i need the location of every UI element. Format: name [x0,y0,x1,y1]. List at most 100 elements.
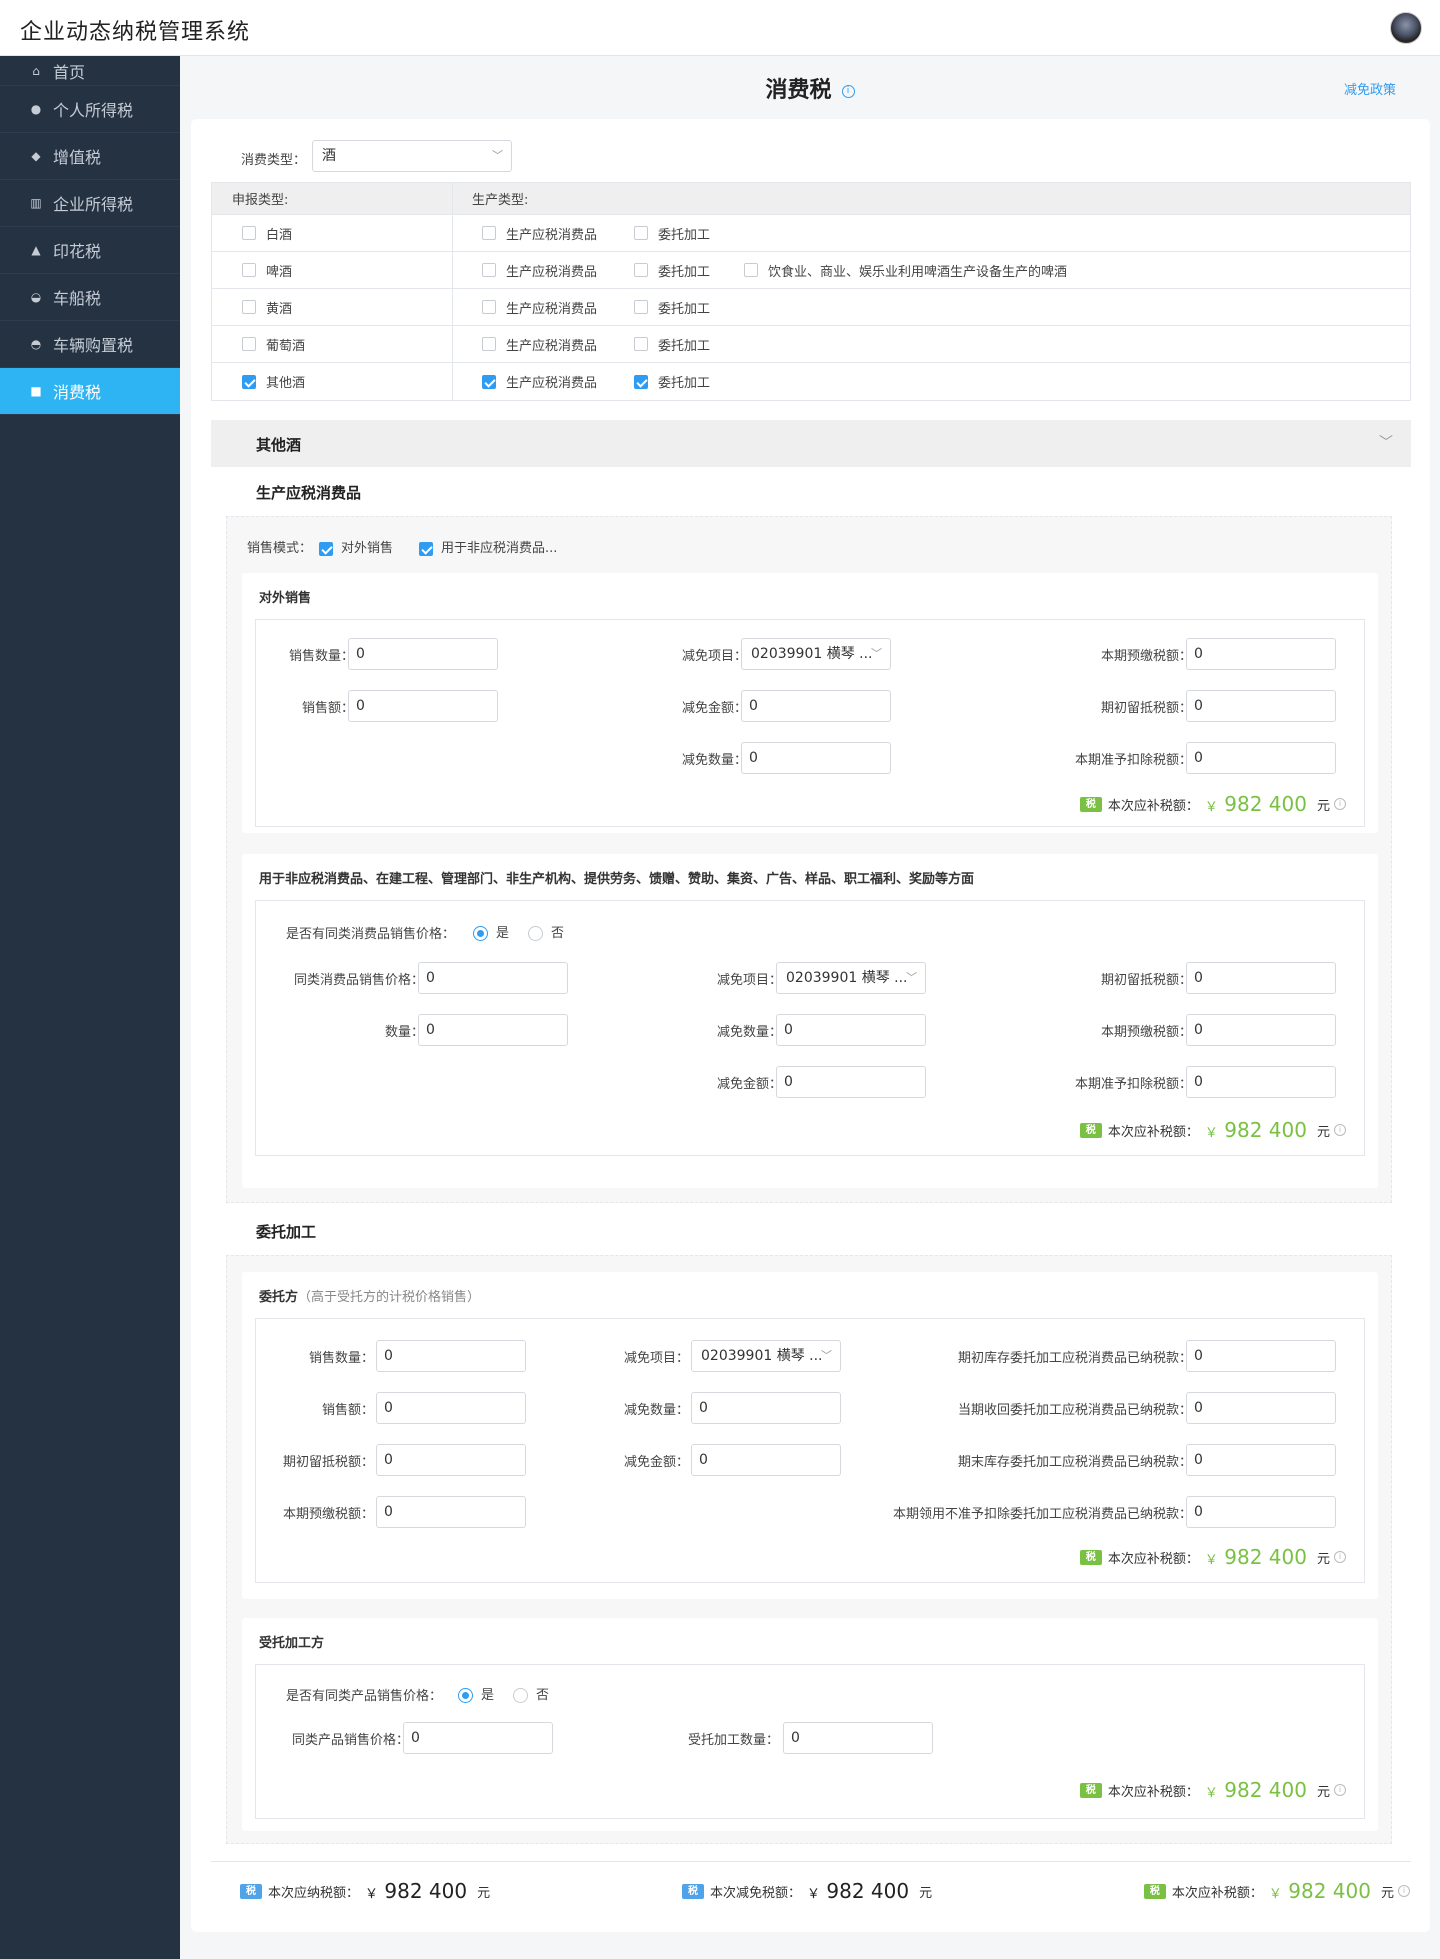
sales-amt-input[interactable]: 0 [376,1392,526,1424]
relief-item-select[interactable]: 02039901 横琴 ... ﹀ [741,638,891,670]
declare-type-table: 申报类型: 生产类型: 白酒 生产应税消费品 委托加工 啤酒 生产应税消费品 委… [211,182,1411,401]
option-checkbox[interactable]: 委托加工 [634,289,710,325]
sales-amt-input[interactable]: 0 [348,690,498,722]
tax-badge-icon: 税 [1079,1122,1102,1138]
option-checkbox[interactable]: 饮食业、商业、娱乐业利用啤酒生产设备生产的啤酒 [744,252,1067,288]
external-total: 税 本次应补税额： ￥ 982 400 元i [1079,792,1346,816]
sidebar: ⌂ 首页 ● 个人所得税 ◆ 增值税 ▥ 企业所得税 ▲ 印花税 ◒ 车船税 ◓ 车辆购置税 … [0,56,180,1959]
question-icon[interactable]: i [1334,798,1346,810]
sales-qty-input[interactable]: 0 [348,638,498,670]
opening-credit-input[interactable]: 0 [1186,690,1336,722]
radio-yes[interactable]: 是 [473,922,509,941]
opening-credit-input[interactable]: 0 [1186,962,1336,994]
table-header: 申报类型: 生产类型: [212,183,1410,215]
same-price-input[interactable]: 0 [418,962,568,994]
question-icon[interactable]: i [1398,1885,1410,1897]
option-checkbox[interactable]: 委托加工 [634,215,710,251]
nondeduct-input[interactable]: 0 [1186,1496,1336,1528]
deduct-input[interactable]: 0 [1186,1066,1336,1098]
sidebar-item-vehicle-purchase-tax[interactable]: ◓ 车辆购置税 [0,321,180,368]
relief-amt-input[interactable]: 0 [741,690,891,722]
relief-item-select[interactable]: 02039901 横琴 ... ﹀ [776,962,926,994]
relief-qty-input[interactable]: 0 [691,1392,841,1424]
prepaid-input[interactable]: 0 [376,1496,526,1528]
relief-amt-input[interactable]: 0 [691,1444,841,1476]
option-checkbox[interactable]: 生产应税消费品 [482,215,597,251]
table-row: 白酒 生产应税消费品 委托加工 [212,215,1410,252]
processor-total: 税 本次应补税额： ￥ 982 400 元i [1079,1778,1346,1802]
total-amount: ￥ 982 400 [1204,1545,1307,1569]
question-icon[interactable]: i [1334,1784,1346,1796]
mode-nontaxable-checkbox[interactable]: 用于非应税消费品... [419,537,557,556]
option-checkbox[interactable]: 生产应税消费品 [482,289,597,325]
external-sales-title: 对外销售 [259,591,312,606]
radio-yes[interactable]: 是 [458,1684,494,1703]
client-total: 税 本次应补税额： ￥ 982 400 元i [1079,1545,1346,1569]
mode-external-checkbox[interactable]: 对外销售 [319,537,393,556]
section-header[interactable]: 其他酒 ﹀ [211,420,1411,467]
deduct-label: 本期准予扣除税额： [1074,1077,1192,1092]
option-checkbox[interactable]: 委托加工 [634,252,710,288]
option-checkbox[interactable]: 委托加工 [634,363,710,400]
chevron-down-icon: ﹀ [492,149,503,162]
relief-qty-input[interactable]: 0 [741,742,891,774]
table-row: 其他酒 生产应税消费品 委托加工 [212,363,1410,400]
same-price-input[interactable]: 0 [403,1722,553,1754]
chevron-down-icon: ﹀ [871,647,882,660]
row-checkbox[interactable]: 葡萄酒 [242,326,305,362]
question-icon[interactable]: i [1334,1124,1346,1136]
opening-credit-label: 期初留抵税额： [1100,973,1192,988]
sidebar-item-label: 首页 [53,62,86,82]
deduct-label: 本期准予扣除税额： [1074,753,1192,768]
radio-no[interactable]: 否 [528,922,564,941]
sidebar-item-label: 企业所得税 [53,195,134,214]
row-checkbox[interactable]: 其他酒 [242,363,305,400]
relief-item-select[interactable]: 02039901 横琴 ... ﹀ [691,1340,841,1372]
relief-amt-label: 减免金额： [623,1455,689,1470]
prepaid-input[interactable]: 0 [1186,638,1336,670]
row-checkbox[interactable]: 白酒 [242,215,292,251]
section-title: 其他酒 [256,436,302,454]
prepaid-input[interactable]: 0 [1186,1014,1336,1046]
processing-qty-label: 受托加工数量： [687,1733,779,1748]
recovered-input[interactable]: 0 [1186,1392,1336,1424]
sidebar-item-stamp-tax[interactable]: ▲ 印花税 [0,227,180,274]
sidebar-item-corporate-income-tax[interactable]: ▥ 企业所得税 [0,180,180,227]
relief-amt-label: 减免金额： [716,1077,782,1092]
row-checkbox[interactable]: 啤酒 [242,252,292,288]
opening-credit-input[interactable]: 0 [376,1444,526,1476]
row-checkbox[interactable]: 黄酒 [242,289,292,325]
app-title: 企业动态纳税管理系统 [20,20,251,45]
tax-badge-icon: 税 [1079,796,1102,812]
sidebar-item-consumption-tax[interactable]: ■ 消费税 [0,368,180,415]
option-checkbox[interactable]: 生产应税消费品 [482,326,597,362]
commission-title: 委托加工 [256,1223,317,1241]
deduct-input[interactable]: 0 [1186,742,1336,774]
consumption-type-select[interactable]: 酒 ﹀ [312,140,512,172]
sidebar-item-vehicle-vessel-tax[interactable]: ◒ 车船税 [0,274,180,321]
question-icon[interactable]: i [1334,1551,1346,1563]
sidebar-item-vat[interactable]: ◆ 增值税 [0,133,180,180]
nontaxable-card: 用于非应税消费品、在建工程、管理部门、非生产机构、提供劳务、馈赠、赞助、集资、广… [242,854,1378,1188]
sidebar-item-home[interactable]: ⌂ 首页 [0,56,180,86]
radio-no[interactable]: 否 [513,1684,549,1703]
sales-qty-input[interactable]: 0 [376,1340,526,1372]
relief-qty-label: 减免数量： [681,753,747,768]
option-checkbox[interactable]: 生产应税消费品 [482,252,597,288]
sidebar-item-personal-income-tax[interactable]: ● 个人所得税 [0,86,180,133]
relief-amt-input[interactable]: 0 [776,1066,926,1098]
avatar[interactable] [1390,12,1422,44]
option-checkbox[interactable]: 生产应税消费品 [482,363,597,400]
option-checkbox[interactable]: 委托加工 [634,326,710,362]
relief-policy-link[interactable]: 减免政策 [1344,79,1396,98]
qty-input[interactable]: 0 [418,1014,568,1046]
info-icon[interactable]: i [841,84,855,98]
nontaxable-total: 税 本次应补税额： ￥ 982 400 元i [1079,1118,1346,1142]
begin-stock-input[interactable]: 0 [1186,1340,1336,1372]
production-type-header: 生产类型: [472,193,529,208]
relief-qty-input[interactable]: 0 [776,1014,926,1046]
processing-qty-input[interactable]: 0 [783,1722,933,1754]
end-stock-input[interactable]: 0 [1186,1444,1336,1476]
production-title: 生产应税消费品 [256,484,362,502]
main-card: 消费类型： 酒 ﹀ 申报类型: 生产类型: 白酒 生产应税消费品 委托加工 啤酒 … [191,119,1430,1932]
